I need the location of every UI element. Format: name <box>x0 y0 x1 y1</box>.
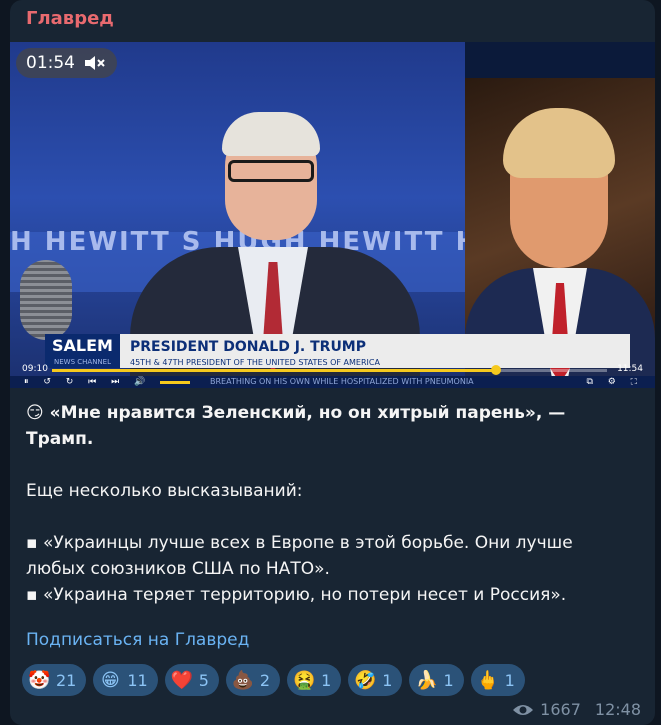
reaction-banana[interactable]: 🍌 1 <box>409 664 464 696</box>
quote-1: ▪ «Украинцы лучше всех в Европе в этой б… <box>26 530 636 582</box>
reaction-poop[interactable]: 💩 2 <box>225 664 281 696</box>
trump-portrait <box>465 78 655 378</box>
bullet-icon: ▪ <box>26 533 38 553</box>
middle-finger-icon: 🖕 <box>476 669 500 691</box>
progress-fill <box>52 369 496 372</box>
reaction-vomit[interactable]: 🤮 1 <box>287 664 342 696</box>
duration-text: 01:54 <box>26 53 75 73</box>
reaction-count: 1 <box>504 670 515 690</box>
video-duration-badge[interactable]: 01:54 <box>16 48 117 78</box>
video-player[interactable]: H HEWITT S HUGH HEWITT HUGH HEWITT S HU … <box>10 42 655 388</box>
reaction-count: 1 <box>443 670 454 690</box>
banana-icon: 🍌 <box>415 669 438 691</box>
reaction-count: 2 <box>259 670 271 690</box>
speaker-muted-icon[interactable] <box>83 54 107 72</box>
heart-icon: ❤️ <box>170 669 194 691</box>
portrait-hair <box>503 108 615 178</box>
subscribe-link[interactable]: Подписаться на Главред <box>26 630 249 650</box>
reaction-heart[interactable]: ❤️ 5 <box>164 664 219 696</box>
rofl-icon: 🤣 <box>354 669 377 691</box>
message-time: 12:48 <box>594 700 641 719</box>
total-time: 11:54 <box>617 364 643 374</box>
quote-1-text: «Украинцы лучше всех в Европе в этой бор… <box>26 533 573 579</box>
current-time: 09:10 <box>22 364 48 374</box>
reaction-clown[interactable]: 🤡 21 <box>22 664 87 696</box>
reaction-count: 1 <box>382 670 393 690</box>
reaction-rofl[interactable]: 🤣 1 <box>348 664 403 696</box>
clown-icon: 🤡 <box>28 669 51 691</box>
microphone <box>20 260 72 340</box>
reaction-count: 1 <box>321 670 332 690</box>
bullet-icon: ▪ <box>26 585 38 605</box>
progress-bar[interactable] <box>52 365 607 375</box>
view-count: 1667 <box>540 700 581 719</box>
channel-name[interactable]: Главред <box>26 8 114 29</box>
player-right-controls[interactable]: ⧉ ⚙ ⛶ <box>586 376 643 388</box>
message-meta: 1667 12:48 <box>512 700 641 719</box>
headline-text: «Мне нравится Зеленский, но он хитрый па… <box>26 403 566 449</box>
reaction-middle-finger[interactable]: 🖕 1 <box>470 664 525 696</box>
reaction-count: 21 <box>56 670 77 690</box>
anchor-glasses <box>228 160 314 182</box>
volume-slider[interactable] <box>160 381 190 384</box>
reaction-grin[interactable]: 😁 11 <box>93 664 158 696</box>
reactions-bar: 🤡 21 😁 11 ❤️ 5 💩 2 🤮 1 🤣 1 🍌 1 🖕 1 <box>22 664 525 696</box>
intro-text: Еще несколько высказываний: <box>26 481 303 501</box>
vomit-icon: 🤮 <box>293 669 316 691</box>
lower-third-title: PRESIDENT DONALD J. TRUMP <box>130 339 367 355</box>
quote-2: ▪ «Украина теряет территорию, но потери … <box>26 582 636 608</box>
reaction-count: 11 <box>127 670 148 690</box>
eye-icon <box>513 704 534 715</box>
smirk-emoji: 😏 <box>26 403 44 423</box>
quote-2-text: «Украина теряет территорию, но потери не… <box>42 585 567 605</box>
anchor-hair <box>222 112 320 156</box>
grin-icon: 😁 <box>100 669 120 691</box>
reaction-count: 5 <box>198 670 209 690</box>
player-left-controls[interactable]: ⏸ ↺ ↻ ⏮ ⏭ 🔊 <box>24 376 151 388</box>
progress-knob[interactable] <box>491 365 501 375</box>
headline: 😏 «Мне нравится Зеленский, но он хитрый … <box>26 400 636 452</box>
poop-icon: 💩 <box>231 669 255 691</box>
